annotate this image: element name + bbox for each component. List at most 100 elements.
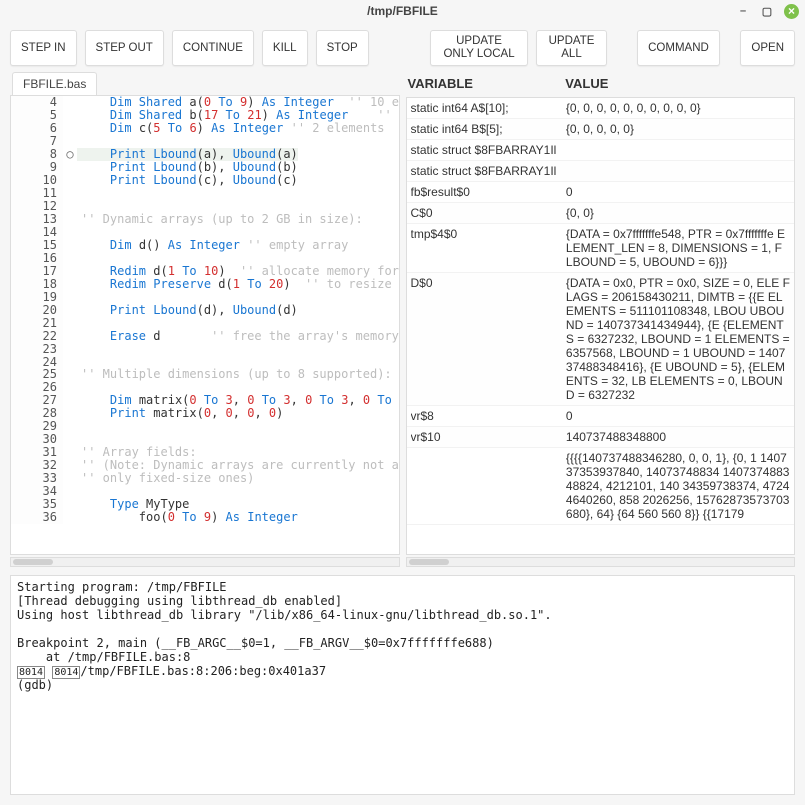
breakpoint-marker[interactable]: ○ xyxy=(63,148,77,161)
code-line[interactable]: 15 Dim d() As Integer '' empty array xyxy=(11,239,399,252)
variable-value: {0, 0} xyxy=(560,206,790,220)
line-number: 22 xyxy=(11,330,63,343)
breakpoint-marker[interactable] xyxy=(63,368,77,381)
variable-value: {0, 0, 0, 0, 0, 0, 0, 0, 0, 0} xyxy=(560,101,790,115)
breakpoint-marker[interactable] xyxy=(63,278,77,291)
breakpoint-marker[interactable] xyxy=(63,420,77,433)
variable-name xyxy=(411,451,560,521)
breakpoint-marker[interactable] xyxy=(63,96,77,109)
step-out-button[interactable]: STEP OUT xyxy=(85,30,164,66)
stop-button[interactable]: STOP xyxy=(316,30,369,66)
step-in-button[interactable]: STEP IN xyxy=(10,30,77,66)
breakpoint-marker[interactable] xyxy=(63,187,77,200)
breakpoint-marker[interactable] xyxy=(63,330,77,343)
breakpoint-marker[interactable] xyxy=(63,161,77,174)
breakpoint-marker[interactable] xyxy=(63,122,77,135)
gdb-console[interactable]: Starting program: /tmp/FBFILE [Thread de… xyxy=(10,575,795,795)
code-line[interactable]: 10 Print Lbound(c), Ubound(c) xyxy=(11,174,399,187)
window-titlebar: /tmp/FBFILE – ▢ × xyxy=(0,0,805,22)
line-number: 35 xyxy=(11,498,63,511)
breakpoint-marker[interactable] xyxy=(63,200,77,213)
open-button[interactable]: OPEN xyxy=(740,30,795,66)
line-number: 16 xyxy=(11,252,63,265)
breakpoint-marker[interactable] xyxy=(63,498,77,511)
code-line[interactable]: 20 Print Lbound(d), Ubound(d) xyxy=(11,304,399,317)
breakpoint-marker[interactable] xyxy=(63,291,77,304)
code-text xyxy=(77,420,81,433)
maximize-icon[interactable]: ▢ xyxy=(760,4,774,18)
minimize-icon[interactable]: – xyxy=(736,4,750,18)
continue-button[interactable]: CONTINUE xyxy=(172,30,254,66)
update-only-local-button[interactable]: UPDATE ONLY LOCAL xyxy=(430,30,527,66)
variable-row[interactable]: vr$80 xyxy=(407,406,795,427)
breakpoint-marker[interactable] xyxy=(63,394,77,407)
code-line[interactable]: 22 Erase d '' free the array's memory xyxy=(11,330,399,343)
variable-row[interactable]: static int64 A$[10];{0, 0, 0, 0, 0, 0, 0… xyxy=(407,98,795,119)
breakpoint-marker[interactable] xyxy=(63,472,77,485)
breakpoint-marker[interactable] xyxy=(63,433,77,446)
code-line[interactable]: 28 Print matrix(0, 0, 0, 0) xyxy=(11,407,399,420)
variable-row[interactable]: fb$result$00 xyxy=(407,182,795,203)
code-line[interactable]: 11 xyxy=(11,187,399,200)
variable-value: {DATA = 0x7fffffffe548, PTR = 0x7fffffff… xyxy=(560,227,790,269)
breakpoint-marker[interactable] xyxy=(63,485,77,498)
code-line[interactable]: 13'' Dynamic arrays (up to 2 GB in size)… xyxy=(11,213,399,226)
breakpoint-marker[interactable] xyxy=(63,304,77,317)
code-line[interactable]: 29 xyxy=(11,420,399,433)
code-text xyxy=(77,226,81,239)
breakpoint-marker[interactable] xyxy=(63,239,77,252)
variable-row[interactable]: static struct $8FBARRAY1Il xyxy=(407,140,795,161)
code-line[interactable]: 30 xyxy=(11,433,399,446)
code-line[interactable]: 34 xyxy=(11,485,399,498)
source-code-view[interactable]: 4 Dim Shared a(0 To 9) As Integer '' 10 … xyxy=(10,95,400,555)
code-line[interactable]: 36 foo(0 To 9) As Integer xyxy=(11,511,399,524)
breakpoint-marker[interactable] xyxy=(63,356,77,369)
code-text xyxy=(77,343,81,356)
code-line[interactable]: 18 Redim Preserve d(1 To 20) '' to resiz… xyxy=(11,278,399,291)
breakpoint-marker[interactable] xyxy=(63,459,77,472)
variable-row[interactable]: D$0{DATA = 0x0, PTR = 0x0, SIZE = 0, ELE… xyxy=(407,273,795,406)
breakpoint-marker[interactable] xyxy=(63,446,77,459)
breakpoint-marker[interactable] xyxy=(63,213,77,226)
code-line[interactable]: 33'' only fixed-size ones) xyxy=(11,472,399,485)
variable-value: 140737488348800 xyxy=(560,430,790,444)
line-number: 17 xyxy=(11,265,63,278)
breakpoint-marker[interactable] xyxy=(63,226,77,239)
variable-name: D$0 xyxy=(411,276,560,402)
variable-name: fb$result$0 xyxy=(411,185,560,199)
variable-row[interactable]: vr$10140737488348800 xyxy=(407,427,795,448)
variable-row[interactable]: {{{{140737488346280, 0, 0, 1}, {0, 1 140… xyxy=(407,448,795,525)
source-tab[interactable]: FBFILE.bas xyxy=(12,72,97,95)
breakpoint-marker[interactable] xyxy=(63,265,77,278)
breakpoint-marker[interactable] xyxy=(63,317,77,330)
column-header-variable: VARIABLE xyxy=(408,76,560,91)
variable-row[interactable]: static int64 B$[5];{0, 0, 0, 0, 0} xyxy=(407,119,795,140)
variable-name: vr$10 xyxy=(411,430,560,444)
breakpoint-marker[interactable] xyxy=(63,381,77,394)
variable-row[interactable]: static struct $8FBARRAY1Il xyxy=(407,161,795,182)
command-button[interactable]: COMMAND xyxy=(637,30,720,66)
line-number: 36 xyxy=(11,511,63,524)
code-line[interactable]: 25'' Multiple dimensions (up to 8 suppor… xyxy=(11,368,399,381)
variable-value xyxy=(560,164,790,178)
variables-table[interactable]: static int64 A$[10];{0, 0, 0, 0, 0, 0, 0… xyxy=(406,97,796,555)
variable-value: {0, 0, 0, 0, 0} xyxy=(560,122,790,136)
breakpoint-marker[interactable] xyxy=(63,174,77,187)
kill-button[interactable]: KILL xyxy=(262,30,308,66)
breakpoint-marker[interactable] xyxy=(63,252,77,265)
source-hscroll[interactable] xyxy=(10,557,400,567)
variable-name: static struct $8FBARRAY1Il xyxy=(411,143,560,157)
breakpoint-marker[interactable] xyxy=(63,407,77,420)
code-text: foo(0 To 9) As Integer xyxy=(77,511,298,524)
update-all-button[interactable]: UPDATE ALL xyxy=(536,30,608,66)
variable-row[interactable]: C$0{0, 0} xyxy=(407,203,795,224)
variables-hscroll[interactable] xyxy=(406,557,796,567)
close-icon[interactable]: × xyxy=(784,4,799,19)
code-text: Erase d '' free the array's memory xyxy=(77,330,399,343)
variable-row[interactable]: tmp$4$0{DATA = 0x7fffffffe548, PTR = 0x7… xyxy=(407,224,795,273)
breakpoint-marker[interactable] xyxy=(63,511,77,524)
code-line[interactable]: 23 xyxy=(11,343,399,356)
code-line[interactable]: 6 Dim c(5 To 6) As Integer '' 2 elements xyxy=(11,122,399,135)
breakpoint-marker[interactable] xyxy=(63,343,77,356)
breakpoint-marker[interactable] xyxy=(63,109,77,122)
